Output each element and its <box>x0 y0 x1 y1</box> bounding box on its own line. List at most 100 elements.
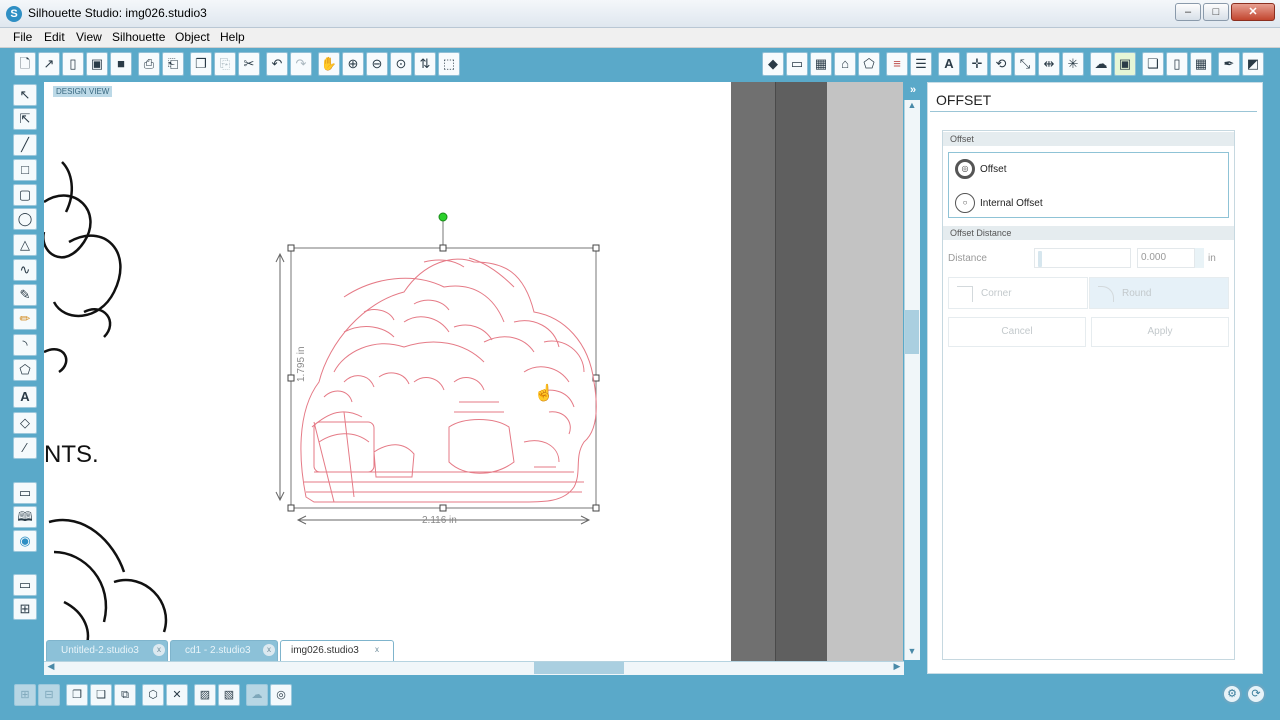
horizontal-scrollbar-thumb[interactable] <box>534 662 624 674</box>
regular-polygon-tool-icon[interactable]: ⬠ <box>13 359 37 381</box>
paste-icon[interactable]: ⎘ <box>214 52 236 76</box>
print-icon[interactable]: ⎙ <box>138 52 160 76</box>
eraser-icon[interactable]: ◩ <box>1242 52 1264 76</box>
design-canvas[interactable]: DESIGN VIEW NTS. 1.795 in 2.116 in ☝ <box>44 82 732 662</box>
resize-handle[interactable] <box>592 504 600 512</box>
resize-handle[interactable] <box>287 244 295 252</box>
save-icon[interactable]: ▣ <box>86 52 108 76</box>
transform-icon[interactable]: ✛ <box>966 52 988 76</box>
page-setup-icon[interactable]: ▭ <box>786 52 808 76</box>
scroll-up-arrow-icon[interactable]: ▲ <box>904 100 920 114</box>
ungroup-icon[interactable]: ⊟ <box>38 684 60 706</box>
resize-handle[interactable] <box>439 244 447 252</box>
send-to-silhouette-icon[interactable]: ▯ <box>1166 52 1188 76</box>
menu-silhouette[interactable]: Silhouette <box>112 30 165 44</box>
offset-icon[interactable]: ▣ <box>1114 52 1136 76</box>
horizontal-scrollbar[interactable] <box>44 661 904 675</box>
undo-icon[interactable]: ↶ <box>266 52 288 76</box>
minimize-button[interactable]: – <box>1175 3 1201 21</box>
eraser-tool-icon[interactable]: ◇ <box>13 412 37 434</box>
replicate-icon[interactable]: ✳ <box>1062 52 1084 76</box>
release-compound-path-icon[interactable]: ❑ <box>90 684 112 706</box>
text-style-icon[interactable]: A <box>938 52 960 76</box>
resize-handle[interactable] <box>439 504 447 512</box>
menu-view[interactable]: View <box>76 30 102 44</box>
distance-field[interactable]: 0.000 <box>1137 248 1195 268</box>
scroll-left-arrow-icon[interactable]: ◀ <box>44 661 58 675</box>
resize-handle[interactable] <box>592 244 600 252</box>
select-arrow-icon[interactable]: ↖ <box>13 84 37 106</box>
show-toolbar-icon[interactable]: ▭ <box>13 574 37 596</box>
new-document-icon[interactable]: 🗋 <box>14 52 36 76</box>
offset-option-label[interactable]: Offset <box>980 164 1007 175</box>
pan-hand-icon[interactable]: ✋ <box>318 52 340 76</box>
trace-panel-icon[interactable]: ❑ <box>1142 52 1164 76</box>
close-tab-icon[interactable]: x <box>153 644 165 656</box>
library-icon[interactable]: ▯ <box>62 52 84 76</box>
refresh-icon[interactable]: ⟳ <box>1246 684 1266 704</box>
arc-tool-icon[interactable]: ◝ <box>13 334 37 356</box>
show-panels-icon[interactable]: ⊞ <box>13 598 37 620</box>
distance-slider[interactable] <box>1034 248 1131 268</box>
scroll-down-arrow-icon[interactable]: ▼ <box>904 646 920 660</box>
selection-bounding-box[interactable] <box>287 212 600 512</box>
knife-icon[interactable]: ✒ <box>1218 52 1240 76</box>
collapse-panel-icon[interactable]: » <box>905 84 921 98</box>
fill-color-icon[interactable]: ◆ <box>762 52 784 76</box>
offset-icon[interactable]: ◎ <box>955 159 975 179</box>
scroll-right-arrow-icon[interactable]: ▶ <box>890 661 904 675</box>
zoom-selection-icon[interactable]: ⊙ <box>390 52 412 76</box>
align-icon[interactable]: ⇹ <box>1038 52 1060 76</box>
settings-gear-icon[interactable]: ⚙ <box>1222 684 1242 704</box>
point-edit-icon[interactable]: ⇱ <box>13 108 37 130</box>
cut-settings-icon[interactable]: ▦ <box>1190 52 1212 76</box>
registration-marks-icon[interactable]: ⌂ <box>834 52 856 76</box>
make-compound-path-icon[interactable]: ❐ <box>66 684 88 706</box>
open-folder-icon[interactable]: ↗ <box>38 52 60 76</box>
resize-handle[interactable] <box>287 374 295 382</box>
line-style-icon[interactable]: ☰ <box>910 52 932 76</box>
delete-icon[interactable]: ✕ <box>166 684 188 706</box>
internal-offset-option-label[interactable]: Internal Offset <box>980 198 1043 209</box>
library-view-icon[interactable]: 🕮 <box>13 506 37 528</box>
line-color-icon[interactable]: ≡ <box>886 52 908 76</box>
redo-icon[interactable]: ↷ <box>290 52 312 76</box>
internal-offset-icon[interactable]: ○ <box>955 193 975 213</box>
weld-icon[interactable]: ⬡ <box>142 684 164 706</box>
silhouette-store-icon[interactable]: ◉ <box>13 530 37 552</box>
bring-to-front-icon[interactable]: ▨ <box>194 684 216 706</box>
cancel-button[interactable]: Cancel <box>948 317 1086 347</box>
zoom-in-icon[interactable]: ⊕ <box>342 52 364 76</box>
group-icon[interactable]: ⊞ <box>14 684 36 706</box>
rectangle-tool-icon[interactable]: □ <box>13 159 37 181</box>
tab-img026[interactable]: img026.studio3 x <box>280 640 394 661</box>
menu-help[interactable]: Help <box>220 30 245 44</box>
polygon-tool-icon[interactable]: △ <box>13 234 37 256</box>
close-window-button[interactable]: ✕ <box>1231 3 1275 21</box>
copy-icon[interactable]: ❐ <box>190 52 212 76</box>
resize-handle[interactable] <box>287 504 295 512</box>
rounded-rectangle-tool-icon[interactable]: ▢ <box>13 184 37 206</box>
freehand-tool-icon[interactable]: ✎ <box>13 284 37 306</box>
zoom-out-icon[interactable]: ⊖ <box>366 52 388 76</box>
tab-untitled-2[interactable]: Untitled-2.studio3 x <box>46 640 168 661</box>
distance-slider-knob[interactable] <box>1038 251 1042 267</box>
rotate-handle[interactable] <box>438 212 448 222</box>
apply-button[interactable]: Apply <box>1091 317 1229 347</box>
smooth-freehand-tool-icon[interactable]: ✏ <box>13 308 37 330</box>
tab-cd1-2[interactable]: cd1 - 2.studio3 x <box>170 640 278 661</box>
duplicate-icon[interactable]: ⧉ <box>114 684 136 706</box>
close-tab-icon[interactable]: x <box>263 644 275 656</box>
text-tool-icon[interactable]: A <box>13 386 37 408</box>
line-tool-icon[interactable]: ╱ <box>13 134 37 156</box>
menu-object[interactable]: Object <box>175 30 210 44</box>
vertical-scrollbar[interactable] <box>904 100 920 660</box>
distance-stepper[interactable] <box>1195 248 1204 268</box>
fill-through-icon[interactable]: ☁ <box>246 684 268 706</box>
grid-icon[interactable]: ▦ <box>810 52 832 76</box>
offset-shortcut-icon[interactable]: ◎ <box>270 684 292 706</box>
menu-edit[interactable]: Edit <box>44 30 65 44</box>
modify-icon[interactable]: ☁ <box>1090 52 1112 76</box>
print-cut-icon[interactable]: ⎗ <box>162 52 184 76</box>
cut-icon[interactable]: ✂ <box>238 52 260 76</box>
